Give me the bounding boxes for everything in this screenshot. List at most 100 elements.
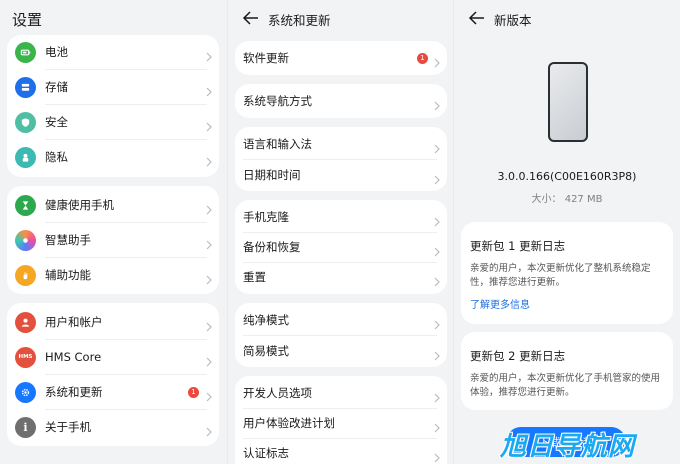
system-item-backup[interactable]: 备份和恢复 bbox=[235, 230, 447, 264]
system-item-label: 认证标志 bbox=[243, 446, 289, 460]
page-title: 设置 bbox=[12, 11, 43, 29]
chevron-right-icon bbox=[205, 352, 213, 367]
assistant-icon bbox=[15, 229, 36, 251]
system-item-label: 用户体验改进计划 bbox=[243, 416, 335, 430]
system-group-1: 软件更新 1 bbox=[235, 41, 447, 75]
chevron-right-icon bbox=[205, 387, 213, 402]
settings-item-label: 系统和更新 bbox=[45, 385, 103, 399]
chevron-right-icon bbox=[205, 422, 213, 437]
user-icon bbox=[15, 311, 36, 333]
system-item-certification[interactable]: 认证标志 bbox=[235, 436, 447, 464]
settings-item-about[interactable]: i 关于手机 bbox=[7, 410, 219, 444]
info-icon: i bbox=[15, 416, 36, 438]
back-arrow-icon[interactable] bbox=[468, 8, 486, 28]
new-version-panel: 新版本 3.0.0.166(C00E160R3P8) 大小： 427 MB 更新… bbox=[453, 0, 680, 464]
system-item-label: 备份和恢复 bbox=[243, 240, 301, 254]
settings-item-label: 电池 bbox=[45, 45, 68, 59]
system-group-6: 开发人员选项 用户体验改进计划 认证标志 bbox=[235, 376, 447, 464]
chevron-right-icon bbox=[205, 117, 213, 132]
chevron-right-icon bbox=[433, 388, 441, 403]
settings-item-system-update[interactable]: 系统和更新 1 bbox=[7, 375, 219, 409]
chevron-right-icon bbox=[433, 170, 441, 185]
gear-icon bbox=[15, 381, 36, 403]
settings-item-label: 隐私 bbox=[45, 150, 68, 164]
update-log-card-2: 更新包 2 更新日志 亲爱的用户，本次更新优化了手机管家的使用体验，推荐您进行更… bbox=[461, 332, 673, 410]
back-arrow-icon[interactable] bbox=[242, 8, 260, 28]
phone-illustration bbox=[548, 62, 588, 142]
settings-item-hms-core[interactable]: HMS HMS Core bbox=[7, 340, 219, 374]
chevron-right-icon bbox=[433, 418, 441, 433]
settings-item-label: 健康使用手机 bbox=[45, 198, 114, 212]
system-group-5: 纯净模式 简易模式 bbox=[235, 303, 447, 367]
chevron-right-icon bbox=[433, 96, 441, 111]
settings-item-label: 存储 bbox=[45, 80, 68, 94]
chevron-right-icon bbox=[205, 152, 213, 167]
update-log-title: 更新包 2 更新日志 bbox=[470, 349, 566, 363]
chevron-right-icon bbox=[433, 315, 441, 330]
settings-item-label: HMS Core bbox=[45, 350, 102, 364]
chevron-right-icon bbox=[205, 47, 213, 62]
privacy-icon bbox=[15, 146, 36, 168]
chevron-right-icon bbox=[433, 139, 441, 154]
system-item-label: 语言和输入法 bbox=[243, 137, 312, 151]
settings-item-label: 辅助功能 bbox=[45, 268, 91, 282]
system-item-label: 手机克隆 bbox=[243, 210, 289, 224]
system-item-label: 重置 bbox=[243, 270, 266, 284]
hourglass-icon bbox=[15, 194, 36, 216]
settings-item-label: 智慧助手 bbox=[45, 233, 91, 247]
settings-item-wellbeing[interactable]: 健康使用手机 bbox=[7, 188, 219, 222]
system-item-phone-clone[interactable]: 手机克隆 bbox=[235, 200, 447, 234]
system-item-simple-mode[interactable]: 简易模式 bbox=[235, 334, 447, 368]
settings-item-account[interactable]: 用户和帐户 bbox=[7, 305, 219, 339]
settings-item-assistant[interactable]: 智慧助手 bbox=[7, 223, 219, 257]
settings-item-privacy[interactable]: 隐私 bbox=[7, 140, 219, 174]
settings-item-label: 关于手机 bbox=[45, 420, 91, 434]
system-group-3: 语言和输入法 日期和时间 bbox=[235, 127, 447, 191]
update-log-description: 亲爱的用户，本次更新优化了手机管家的使用体验，推荐您进行更新。 bbox=[470, 373, 661, 398]
chevron-right-icon bbox=[205, 200, 213, 215]
system-item-ux-plan[interactable]: 用户体验改进计划 bbox=[235, 406, 447, 440]
hand-icon bbox=[15, 264, 36, 286]
chevron-right-icon bbox=[205, 82, 213, 97]
system-item-date-time[interactable]: 日期和时间 bbox=[235, 158, 447, 192]
hms-icon: HMS bbox=[15, 346, 36, 368]
chevron-right-icon bbox=[433, 242, 441, 257]
page-title: 系统和更新 bbox=[268, 13, 331, 28]
system-item-software-update[interactable]: 软件更新 1 bbox=[235, 41, 447, 75]
update-log-title: 更新包 1 更新日志 bbox=[470, 239, 566, 253]
settings-group-2: 健康使用手机 智慧助手 辅助功能 bbox=[7, 186, 219, 294]
version-number: 3.0.0.166(C00E160R3P8) bbox=[497, 170, 637, 183]
system-item-navigation[interactable]: 系统导航方式 bbox=[235, 84, 447, 118]
system-item-reset[interactable]: 重置 bbox=[235, 260, 447, 294]
chevron-right-icon bbox=[205, 270, 213, 285]
system-item-label: 系统导航方式 bbox=[243, 94, 312, 108]
system-item-label: 开发人员选项 bbox=[243, 386, 312, 400]
page-title: 新版本 bbox=[494, 13, 532, 28]
system-update-panel: 系统和更新 软件更新 1 系统导航方式 语言和输入法 日期和时间 手机克隆 备份… bbox=[227, 0, 453, 464]
settings-group-3: 用户和帐户 HMS HMS Core 系统和更新 1 i 关于手机 bbox=[7, 303, 219, 446]
system-item-pure-mode[interactable]: 纯净模式 bbox=[235, 303, 447, 337]
package-size: 大小： 427 MB bbox=[531, 194, 603, 205]
settings-group-1: 电池 存储 安全 隐私 bbox=[7, 35, 219, 177]
chevron-right-icon bbox=[433, 346, 441, 361]
settings-item-security[interactable]: 安全 bbox=[7, 105, 219, 139]
chevron-right-icon bbox=[433, 53, 441, 68]
settings-item-accessibility[interactable]: 辅助功能 bbox=[7, 258, 219, 292]
chevron-right-icon bbox=[205, 317, 213, 332]
learn-more-link[interactable]: 了解更多信息 bbox=[470, 296, 530, 311]
update-log-card-1: 更新包 1 更新日志 亲爱的用户，本次更新优化了整机系统稳定性，推荐您进行更新。… bbox=[461, 222, 673, 324]
settings-item-battery[interactable]: 电池 bbox=[7, 35, 219, 69]
system-group-4: 手机克隆 备份和恢复 重置 bbox=[235, 200, 447, 294]
system-item-label: 日期和时间 bbox=[243, 168, 301, 182]
notification-badge: 1 bbox=[417, 53, 428, 64]
storage-icon bbox=[15, 76, 36, 98]
system-item-label: 简易模式 bbox=[243, 344, 289, 358]
notification-badge: 1 bbox=[188, 387, 199, 398]
system-item-label: 软件更新 bbox=[243, 51, 289, 65]
chevron-right-icon bbox=[433, 448, 441, 463]
system-group-2: 系统导航方式 bbox=[235, 84, 447, 118]
chevron-right-icon bbox=[433, 212, 441, 227]
settings-item-storage[interactable]: 存储 bbox=[7, 70, 219, 104]
system-item-language[interactable]: 语言和输入法 bbox=[235, 127, 447, 161]
system-item-developer[interactable]: 开发人员选项 bbox=[235, 376, 447, 410]
